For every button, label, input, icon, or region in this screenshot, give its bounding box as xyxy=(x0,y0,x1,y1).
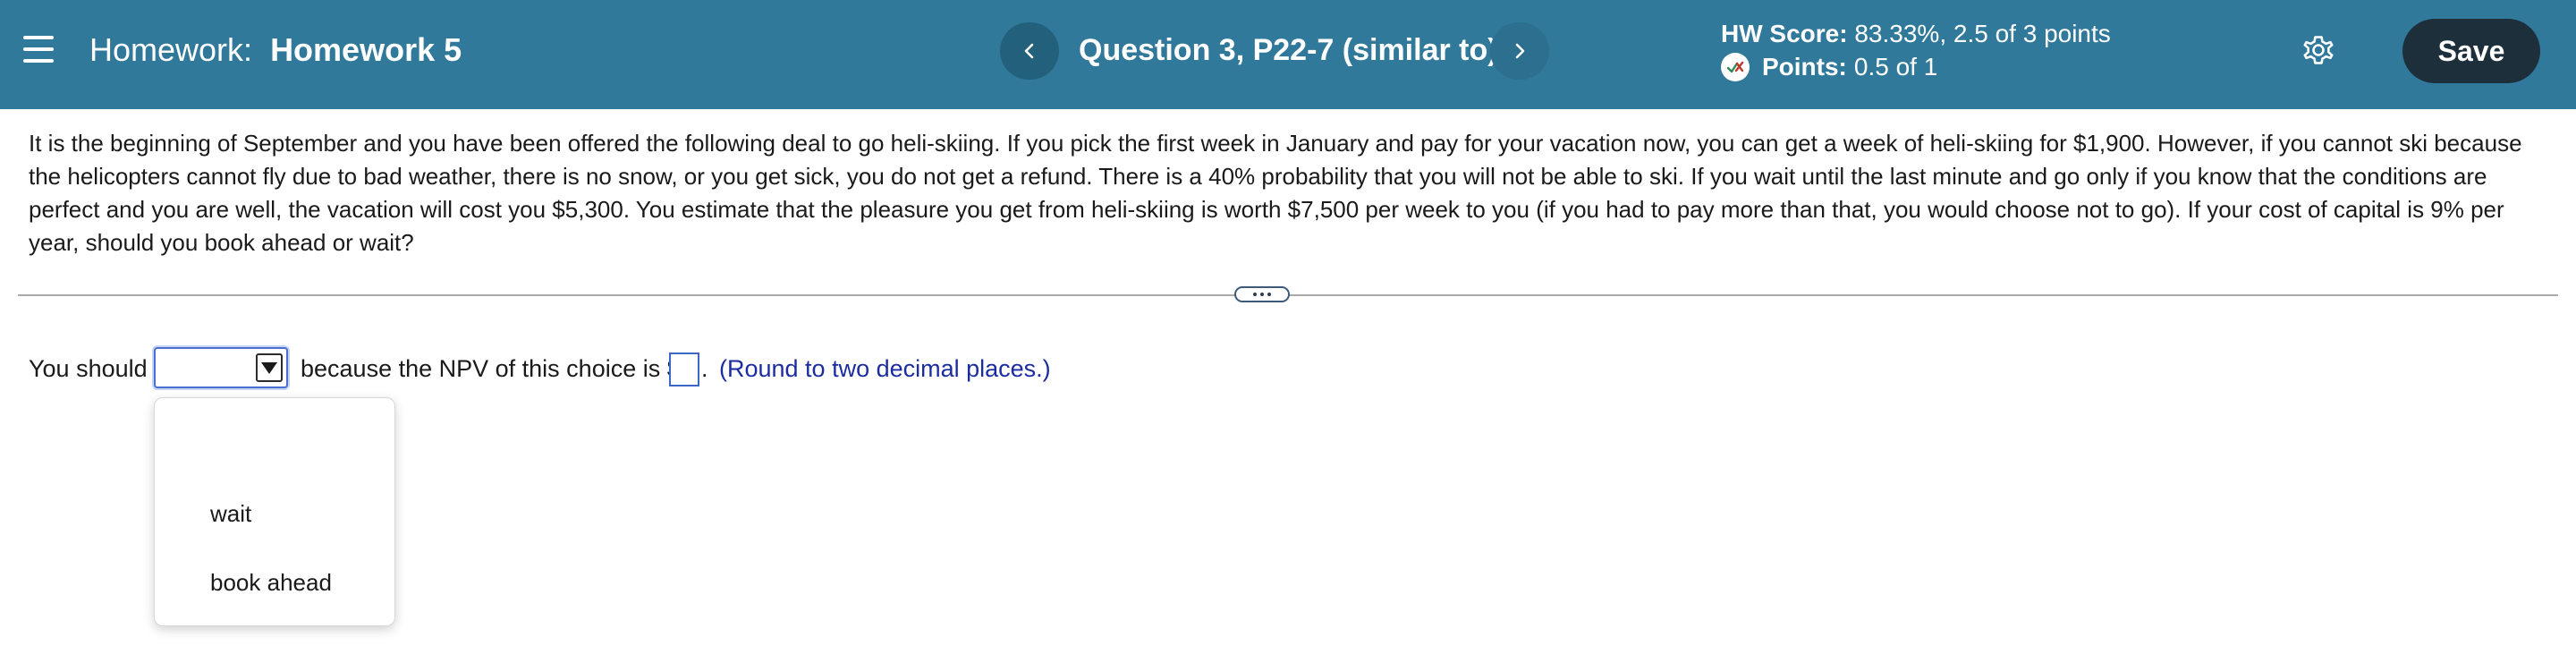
homework-title-name: Homework 5 xyxy=(270,31,462,68)
answer-middle: because the NPV of this choice is $ xyxy=(301,355,681,382)
homework-title: Homework: Homework 5 xyxy=(89,30,462,70)
dropdown-option-wait[interactable]: wait xyxy=(155,487,394,540)
next-question-button[interactable] xyxy=(1490,22,1549,80)
dropdown-option-blank[interactable] xyxy=(155,407,394,461)
npv-input[interactable] xyxy=(669,352,699,386)
answer-prefix: You should xyxy=(29,355,148,382)
choice-dropdown-menu: wait book ahead xyxy=(154,397,395,626)
question-text: It is the beginning of September and you… xyxy=(29,130,2522,256)
points-value: 0.5 of 1 xyxy=(1853,53,1938,81)
hw-score-value: 83.33%, 2.5 of 3 points xyxy=(1854,20,2111,47)
chevron-left-icon xyxy=(1024,43,1034,59)
gear-icon[interactable] xyxy=(2299,30,2338,70)
question-title: Question 3, P22-7 (similar to) xyxy=(1079,33,1498,67)
hw-score-label: HW Score: xyxy=(1721,20,1848,47)
dropdown-arrow-icon[interactable] xyxy=(256,353,283,382)
dropdown-option-book-ahead[interactable]: book ahead xyxy=(155,556,394,609)
partial-credit-icon xyxy=(1721,53,1750,81)
hw-score: HW Score: 83.33%, 2.5 of 3 points xyxy=(1721,18,2111,50)
homework-title-prefix: Homework: xyxy=(89,31,253,68)
question-points: Points: 0.5 of 1 xyxy=(1721,51,1937,83)
points-label: Points: xyxy=(1762,53,1847,81)
expand-button[interactable] xyxy=(1234,286,1290,302)
choice-select[interactable] xyxy=(154,347,288,388)
chevron-right-icon xyxy=(1515,43,1525,59)
top-bar: Homework: Homework 5 Question 3, P22-7 (… xyxy=(0,0,2576,109)
previous-question-button[interactable] xyxy=(1000,22,1059,80)
answer-suffix: . xyxy=(701,355,708,382)
rounding-hint: (Round to two decimal places.) xyxy=(719,355,1051,382)
menu-icon[interactable] xyxy=(23,36,54,63)
save-button[interactable]: Save xyxy=(2402,19,2540,83)
